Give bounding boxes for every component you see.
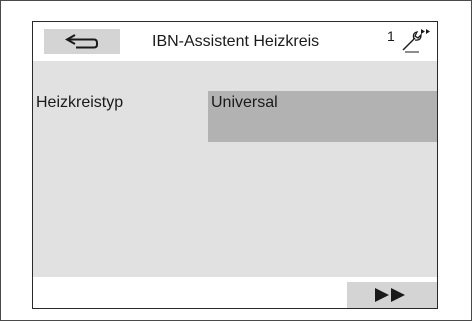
wrench-icon[interactable] xyxy=(399,28,431,54)
next-button[interactable] xyxy=(347,282,437,308)
fast-forward-icon xyxy=(375,288,405,302)
back-button[interactable] xyxy=(44,29,120,54)
footer-bar xyxy=(33,277,437,308)
header-bar: IBN-Assistent Heizkreis 1 xyxy=(33,22,437,60)
display-screen: IBN-Assistent Heizkreis 1 Heizkreistyp U… xyxy=(32,21,438,309)
heizkreistyp-value-field[interactable]: Universal xyxy=(208,91,437,142)
back-arrow-icon xyxy=(65,34,98,49)
heizkreistyp-label: Heizkreistyp xyxy=(36,94,124,111)
content-area: Heizkreistyp Universal xyxy=(33,61,437,277)
page-title: IBN-Assistent Heizkreis xyxy=(152,33,320,50)
device-frame: IBN-Assistent Heizkreis 1 Heizkreistyp U… xyxy=(0,0,472,321)
heizkreistyp-value: Universal xyxy=(211,94,278,111)
page-number: 1 xyxy=(387,28,395,44)
